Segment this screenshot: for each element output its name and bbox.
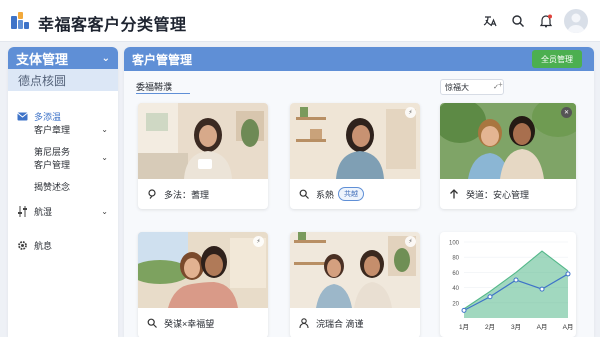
main-panel: 客户管管理 全员管理 委福鞯濮 惊福大 ✓ + 多法：蓍理 ⚡ 系熱 共越 ✕ … [124,47,594,337]
category-select-value: 惊福大 [445,82,469,92]
tag-icon [146,188,158,200]
chart-x-tick-label: 2月 [485,323,495,331]
customer-card[interactable]: 多法：蓍理 [138,103,268,209]
sidebar: 支体管理 ⌄ 德点核圆 多添温 客户章理 ⌄ 第尼层务 客户管理 ⌄ 揭赞述念 … [8,47,118,337]
bell-icon[interactable] [536,11,556,31]
sidebar-item-chevron-row-2: ⌄ [8,151,118,163]
chart-series-area [464,251,568,318]
customer-card[interactable]: ⚡ 浣瑞合 滴谨 [290,232,420,337]
app-logo-icon [11,12,29,29]
card-caption: 系熱 共越 [290,179,420,209]
chart-y-tick-label: 60 [452,271,459,277]
chart-y-tick-label: 80 [452,256,459,262]
sidebar-item-label: 航湿 [34,206,53,217]
bolt-icon[interactable]: ⚡ [405,107,416,118]
sliders-icon [16,205,28,217]
sidebar-subheader[interactable]: 德点核圆 [8,69,118,91]
card-caption: 癸道：安心管理 [440,179,576,209]
filter-tab[interactable]: 委福鞯濮 [136,80,172,93]
sidebar-item-chevron-row: ⌄ [8,123,118,135]
chart-point [513,277,519,283]
card-caption-text: 系熱 [316,189,335,200]
chart-point [461,307,467,313]
search-icon[interactable] [508,11,528,31]
chart-point [487,294,493,300]
status-badge[interactable]: 共越 [338,187,365,201]
top-bar: 幸福客客户分类管理 [0,0,600,42]
card-caption-text: 浣瑞合 滴谨 [316,318,364,329]
card-caption: 癸谋×幸福望 [138,308,268,337]
chart-y-tick-label: 100 [449,241,460,247]
card-caption-text: 癸道：安心管理 [466,189,530,200]
sidebar-item-multi[interactable]: 多添温 [8,108,118,124]
trend-chart-card: 100 80 60 40 20 1月 2月 3月 A月 A月 [440,232,576,337]
search-icon [298,188,310,200]
customer-photo: ⚡ [290,232,420,308]
sidebar-item-settings-sub[interactable]: 航湿 ⌄ [8,204,118,218]
card-caption: 浣瑞合 滴谨 [290,308,420,337]
chart-x-tick-label: 3月 [511,323,521,331]
customer-photo [138,103,268,179]
person-icon [298,317,310,329]
sidebar-item-info[interactable]: 航息 [8,238,118,252]
customer-photo: ⚡ [290,103,420,179]
customer-photo: ⚡ [138,232,268,308]
category-select[interactable]: 惊福大 ✓ [440,79,504,95]
sidebar-header[interactable]: 支体管理 ⌄ [8,47,118,69]
chart-y-tick-label: 20 [452,301,459,307]
add-filter-icon[interactable]: + [498,80,503,89]
gear-icon [16,239,28,251]
customer-card[interactable]: ✕ 癸道：安心管理 [440,103,576,209]
bolt-icon[interactable]: ⚡ [253,236,264,247]
chart-x-tick-label: A月 [563,323,574,331]
chart-x-tick-label: A月 [537,323,548,331]
search-icon [146,317,158,329]
chevron-down-icon[interactable]: ⌄ [101,125,108,134]
chevron-down-icon[interactable]: ⌄ [102,53,110,64]
chart-point [539,286,545,292]
chart-point [565,271,571,277]
chart-y-tick-label: 40 [452,286,459,292]
sidebar-item-label: 航息 [34,240,53,251]
filter-tab-underline [136,93,190,94]
user-avatar-icon[interactable] [564,9,588,33]
customer-card[interactable]: ⚡ 系熱 共越 [290,103,420,209]
trend-chart: 100 80 60 40 20 1月 2月 3月 A月 A月 [449,241,574,332]
chart-x-tick-label: 1月 [459,323,469,331]
sidebar-item-label: 多添温 [34,111,62,122]
manage-all-button[interactable]: 全员管理 [532,50,582,68]
customer-photo: ✕ [440,103,576,179]
card-caption: 多法：蓍理 [138,179,268,209]
chevron-down-icon[interactable]: ⌄ [101,153,108,162]
card-caption-text: 癸谋×幸福望 [164,318,215,329]
sidebar-header-label: 支体管理 [16,51,69,67]
translate-icon[interactable] [480,11,500,31]
app-title: 幸福客客户分类管理 [38,17,187,34]
card-caption-text: 多法：蓍理 [164,189,210,200]
chevron-down-icon[interactable]: ⌄ [101,207,108,216]
customer-card[interactable]: ⚡ 癸谋×幸福望 [138,232,268,337]
close-icon[interactable]: ✕ [561,107,572,118]
bolt-icon[interactable]: ⚡ [405,236,416,247]
sidebar-item-overview[interactable]: 揭赞述念 [34,180,70,193]
mail-icon [16,110,28,122]
page-title: 客户管管理 [132,52,193,67]
main-header: 客户管管理 全员管理 [124,47,594,71]
arrow-up-icon [448,188,460,200]
